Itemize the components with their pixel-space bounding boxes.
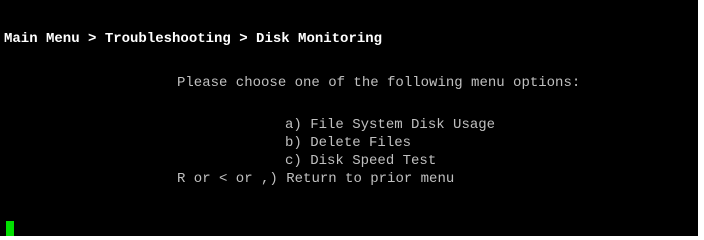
menu-option-delete-files[interactable]: b) Delete Files <box>285 135 411 152</box>
menu-option-disk-speed-test[interactable]: c) Disk Speed Test <box>285 153 436 170</box>
menu-option-return-prior[interactable]: R or < or ,) Return to prior menu <box>177 171 454 188</box>
option-key: b) <box>285 135 302 151</box>
option-key: c) <box>285 153 302 169</box>
option-label: Disk Speed Test <box>310 153 437 169</box>
terminal-window[interactable]: Main Menu > Troubleshooting > Disk Monit… <box>0 0 698 236</box>
breadcrumb: Main Menu > Troubleshooting > Disk Monit… <box>4 31 383 47</box>
menu-prompt: Please choose one of the following menu … <box>177 75 581 91</box>
option-label: Return to prior menu <box>286 171 455 187</box>
option-key: a) <box>285 117 302 133</box>
option-key: R or < or ,) <box>177 171 278 187</box>
option-label: File System Disk Usage <box>310 117 496 133</box>
option-label: Delete Files <box>310 135 412 151</box>
text-cursor <box>6 221 14 236</box>
menu-option-file-system-disk-usage[interactable]: a) File System Disk Usage <box>285 117 495 134</box>
